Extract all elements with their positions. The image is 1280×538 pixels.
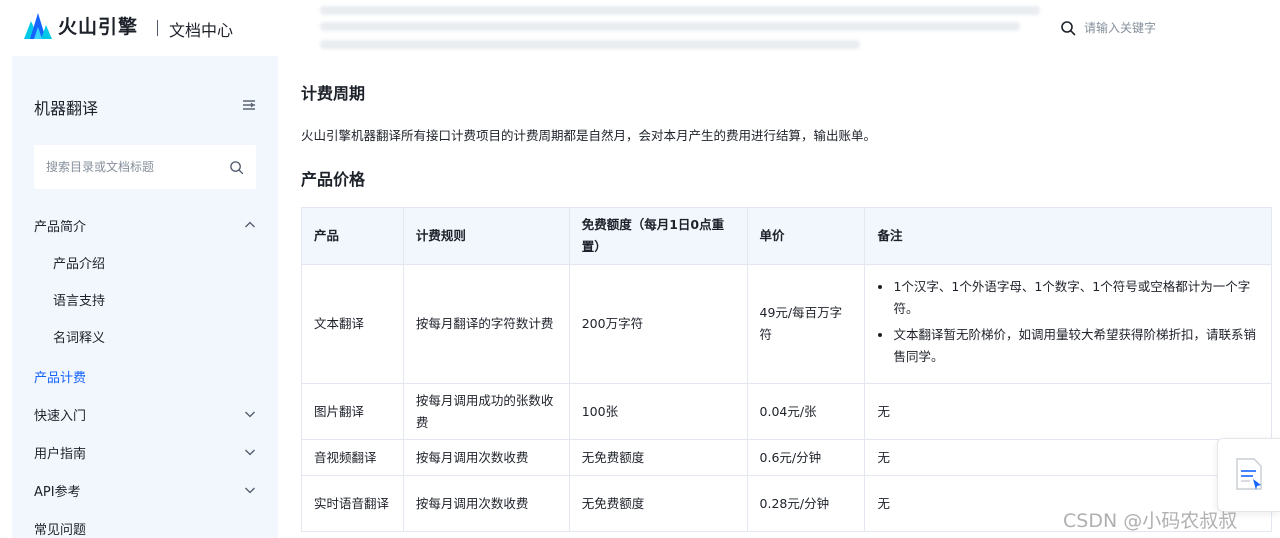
list-item: 文本翻译暂无阶梯价，如调用量较大希望获得阶梯折扣，请联系销售同学。 (893, 324, 1259, 368)
table-cell: 无免费额度 (568, 475, 748, 532)
table-row: 文本翻译 按每月翻译的字符数计费 200万字符 49元/每百万字符 1个汉字、1… (301, 264, 1272, 384)
sidebar-item-api-reference[interactable]: API参考 (34, 478, 256, 502)
table-row: 音视频翻译 按每月调用次数收费 无免费额度 0.6元/分钟 无 (301, 439, 1272, 476)
main-content: 计费周期 火山引擎机器翻译所有接口计费项目的计费周期都是自然月，会对本月产生的费… (300, 56, 1280, 538)
note-list: 1个汉字、1个外语字母、1个数字、1个符号或空格都计为一个字符。 文本翻译暂无阶… (877, 276, 1259, 368)
table-header-cell: 产品 (301, 207, 404, 265)
table-cell: 文本翻译 (301, 264, 404, 384)
table-cell: 音视频翻译 (301, 439, 404, 476)
sidebar-title: 机器翻译 (34, 99, 99, 118)
sidebar-item-product-overview[interactable]: 产品介绍 (53, 250, 256, 274)
search-icon[interactable] (229, 160, 244, 175)
table-header-cell: 备注 (864, 207, 1272, 265)
table-header-cell: 免费额度（每月1日0点重置） (568, 207, 748, 265)
list-item: 1个汉字、1个外语字母、1个数字、1个符号或空格都计为一个字符。 (893, 276, 1259, 320)
logo-text: 火山引擎 (58, 16, 139, 38)
table-cell: 无免费额度 (568, 439, 748, 476)
sidebar-item-product-intro[interactable]: 产品简介 (34, 213, 256, 237)
chevron-down-icon (245, 487, 255, 494)
sidebar-item-language-support[interactable]: 语言支持 (53, 287, 256, 311)
sidebar-item-label: 名词释义 (53, 330, 106, 346)
sidebar-item-label: 产品简介 (34, 219, 87, 235)
global-search-input[interactable] (1084, 21, 1254, 35)
table-cell: 无 (864, 383, 1272, 440)
sidebar-item-label: 语言支持 (53, 293, 106, 309)
csdn-watermark: CSDN @小码农叔叔 (1063, 510, 1238, 532)
table-cell: 按每月调用成功的张数收费 (402, 383, 570, 440)
table-row: 图片翻译 按每月调用成功的张数收费 100张 0.04元/张 无 (301, 383, 1272, 440)
volcano-logo-icon (24, 12, 52, 39)
sidebar-item-label: 用户指南 (34, 446, 87, 462)
sidebar-item-user-guide[interactable]: 用户指南 (34, 440, 256, 464)
menu-collapse-icon[interactable] (242, 98, 256, 112)
search-icon (1061, 21, 1076, 36)
table-cell: 0.6元/分钟 (746, 439, 866, 476)
sidebar-item-quick-start[interactable]: 快速入门 (34, 402, 256, 426)
chevron-up-icon (245, 221, 255, 228)
global-search[interactable] (1050, 6, 1272, 50)
section-title-product-price: 产品价格 (301, 170, 366, 189)
table-cell: 0.04元/张 (746, 383, 866, 440)
sidebar-search[interactable] (34, 145, 256, 189)
table-cell: 实时语音翻译 (301, 475, 404, 532)
volcengine-logo[interactable]: 火山引擎 (24, 12, 138, 39)
chevron-down-icon (245, 449, 255, 456)
table-cell: 无 (864, 439, 1272, 476)
doc-center-link[interactable]: 文档中心 (169, 17, 233, 41)
chevron-down-icon (245, 411, 255, 418)
sidebar-item-glossary[interactable]: 名词释义 (53, 324, 256, 348)
table-cell: 按每月调用次数收费 (402, 475, 570, 532)
table-header-cell: 计费规则 (402, 207, 570, 265)
sidebar-item-label: API参考 (34, 484, 81, 500)
table-cell: 49元/每百万字符 (746, 264, 866, 384)
table-cell: 1个汉字、1个外语字母、1个数字、1个符号或空格都计为一个字符。 文本翻译暂无阶… (864, 264, 1272, 384)
table-cell: 图片翻译 (301, 383, 404, 440)
price-table: 产品 计费规则 免费额度（每月1日0点重置） 单价 备注 文本翻译 按每月翻译的… (301, 207, 1272, 532)
sidebar-search-input[interactable] (46, 160, 229, 174)
blurred-background-text (300, 0, 1060, 56)
sidebar-item-label: 产品介绍 (53, 256, 106, 272)
sidebar-item-label: 常见问题 (34, 522, 87, 538)
sidebar-item-label: 产品计费 (34, 370, 87, 386)
table-header-row: 产品 计费规则 免费额度（每月1日0点重置） 单价 备注 (301, 207, 1272, 265)
sidebar-item-billing[interactable]: 产品计费 (34, 364, 256, 388)
top-header: 火山引擎 文档中心 (0, 0, 1280, 56)
sidebar-item-faq[interactable]: 常见问题 (34, 516, 256, 538)
table-cell: 100张 (568, 383, 748, 440)
floating-doc-assistant-button[interactable] (1217, 438, 1280, 512)
table-cell: 200万字符 (568, 264, 748, 384)
sidebar: 机器翻译 产品简介 产品介绍 语言支持 名词释义 产品计费 快速入门 (12, 56, 278, 538)
document-feedback-icon (1236, 458, 1262, 490)
table-cell: 按每月调用次数收费 (402, 439, 570, 476)
section-title-billing-cycle: 计费周期 (301, 84, 366, 103)
header-divider (157, 20, 158, 36)
sidebar-item-label: 快速入门 (34, 408, 87, 424)
billing-cycle-text: 火山引擎机器翻译所有接口计费项目的计费周期都是自然月，会对本月产生的费用进行结算… (301, 128, 877, 143)
table-cell: 按每月翻译的字符数计费 (402, 264, 570, 384)
table-header-cell: 单价 (746, 207, 866, 265)
table-cell: 0.28元/分钟 (746, 475, 866, 532)
